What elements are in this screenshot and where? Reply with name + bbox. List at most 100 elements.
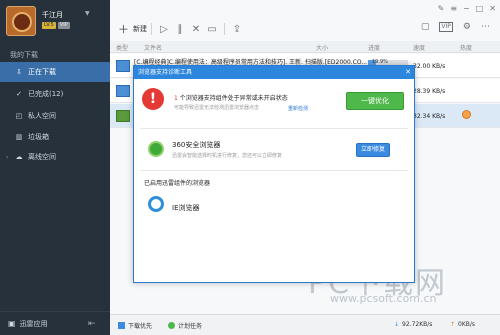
upload-speed: ↑ 0KB/s [450, 321, 475, 328]
settings-icon[interactable]: ⚙ [463, 22, 471, 32]
speed: 32.34 KB/s [413, 113, 446, 120]
private-space-icon: ◰ [15, 112, 23, 120]
warning-subtitle: 可能导致迅雷无法检测迅雷浏览器点击 [174, 105, 260, 111]
plan-task[interactable]: 计划任务 [168, 321, 202, 330]
chevron-down-icon[interactable]: ▼ [85, 10, 90, 17]
toolbar-divider [151, 23, 152, 35]
profile-panel: 千江月 ▼ LV.5 VIP [0, 0, 110, 42]
heat-face-icon [462, 110, 471, 119]
sidebar-bottom: ▣ 迅雷应用 ⇤ [0, 311, 110, 335]
browser-diagnosis-dialog: 浏览器支持诊断工具 ✕ ! 1 个浏览器支持组件处于异常或未开启状态 可能导致迅… [133, 65, 415, 283]
warning-count: 1 [174, 95, 178, 102]
new-task-label: 新建 [133, 25, 147, 33]
toolbar: ＋ 新建 ▷ ∥ ✕ ▭ ⇪ ▢ VIP ⚙ ⋯ [110, 18, 500, 40]
vip-icon[interactable]: VIP [439, 22, 453, 32]
vip-badge[interactable]: VIP [57, 22, 70, 29]
dialog-title-bar[interactable]: 浏览器支持诊断工具 ✕ [134, 66, 414, 79]
skin-icon[interactable]: ✎ [438, 4, 445, 13]
screen-icon[interactable]: ▢ [421, 22, 430, 32]
ie-browser-icon [148, 196, 164, 212]
more-icon[interactable]: ⋯ [481, 22, 490, 32]
plus-icon: ＋ [118, 23, 129, 36]
warning-title: 1 个浏览器支持组件处于异常或未开启状态 [174, 93, 288, 102]
menu-icon[interactable]: ≡ [450, 4, 457, 13]
download-speed: ↓ 92.72KB/s [394, 321, 432, 328]
speed: 28.39 KB/s [413, 88, 446, 95]
upload-speed-value: 0KB/s [458, 321, 476, 328]
file-icon [116, 60, 130, 72]
trash-icon: ▥ [15, 133, 23, 141]
sidebar-item-label: 私人空间 [28, 112, 56, 120]
avatar-image [12, 12, 32, 32]
level-badges: LV.5 VIP [42, 22, 70, 29]
play-icon[interactable]: ▷ [156, 24, 172, 35]
col-speed[interactable]: 速度 [413, 43, 425, 52]
delete-icon[interactable]: ✕ [188, 24, 204, 35]
sidebar-item-private[interactable]: ◰ 私人空间 [0, 106, 110, 126]
sidebar-item-label: 离线空间 [28, 153, 56, 161]
download-priority-icon [118, 322, 125, 329]
pause-icon[interactable]: ∥ [172, 24, 188, 35]
col-type[interactable]: 类型 [116, 43, 128, 52]
chevron-right-icon[interactable]: › [6, 154, 8, 161]
browser-360-icon [148, 141, 164, 157]
enabled-browsers-title: 已启用迅雷组件的浏览器 [144, 180, 211, 187]
plan-task-icon [168, 322, 175, 329]
apps-icon[interactable]: ▣ [8, 319, 16, 328]
sidebar: 千江月 ▼ LV.5 VIP 我的下载 ⇩ 正在下载 ✓ 已完成(12) ◰ 私… [0, 0, 110, 335]
recheck-link[interactable]: 重新检测 [288, 105, 308, 112]
toolbar-divider [224, 23, 225, 35]
download-priority[interactable]: 下载优先 [118, 321, 152, 330]
username[interactable]: 千江月 [42, 10, 63, 20]
dialog-title: 浏览器支持诊断工具 [138, 69, 193, 76]
avatar[interactable] [6, 6, 36, 36]
warning-text: 个浏览器支持组件处于异常或未开启状态 [179, 95, 288, 102]
divider [140, 128, 408, 129]
share-icon[interactable]: ⇪ [229, 24, 245, 35]
toolbar-right: ▢ VIP ⚙ ⋯ [421, 22, 490, 32]
sidebar-item-label: 垃圾箱 [28, 133, 49, 141]
nav-section-title: 我的下载 [10, 51, 38, 59]
file-icon [116, 85, 130, 97]
col-progress[interactable]: 进度 [368, 43, 380, 52]
window-controls: ✎ ≡ − □ ✕ [438, 4, 496, 13]
download-priority-label: 下载优先 [128, 323, 153, 330]
file-icon [116, 110, 130, 122]
statusbar: 下载优先 计划任务 ↓ 92.72KB/s ↑ 0KB/s [110, 314, 500, 335]
check-circle-icon: ✓ [16, 90, 22, 98]
level-badge: LV.5 [42, 22, 56, 29]
cloud-icon: ☁ [15, 153, 23, 161]
download-icon: ⇩ [16, 68, 22, 76]
sidebar-item-trash[interactable]: ▥ 垃圾箱 [0, 127, 110, 147]
ie-browser-name: IE浏览器 [172, 204, 200, 212]
col-filename[interactable]: 文件名 [144, 43, 162, 52]
sidebar-item-completed[interactable]: ✓ 已完成(12) [0, 84, 110, 104]
maximize-icon[interactable]: □ [476, 4, 484, 13]
sidebar-item-offline[interactable]: › ☁ 离线空间 [0, 147, 110, 167]
up-arrow-icon: ↑ [450, 321, 456, 328]
col-size[interactable]: 大小 [316, 43, 328, 52]
collapse-sidebar-icon[interactable]: ⇤ [88, 319, 96, 329]
plan-task-label: 计划任务 [178, 323, 203, 330]
repair-now-button[interactable]: 立即修复 [356, 143, 390, 157]
sidebar-item-downloading[interactable]: ⇩ 正在下载 [0, 62, 110, 82]
close-icon[interactable]: ✕ [405, 66, 411, 79]
watermark-url: www.pcsoft.com.cn [330, 292, 437, 305]
col-heat[interactable]: 热度 [460, 43, 472, 52]
new-task-button[interactable]: ＋ 新建 [118, 21, 147, 37]
divider [140, 170, 408, 171]
sidebar-item-label: 正在下载 [28, 68, 56, 76]
browser-360-name: 360安全浏览器 [172, 141, 221, 149]
folder-icon[interactable]: ▭ [204, 24, 220, 35]
browser-360-desc: 迅雷会智能选择时机进行修复，您还可以立即修复 [172, 153, 283, 159]
download-speed-value: 92.72KB/s [402, 321, 433, 328]
column-header: 类型 文件名 大小 进度 速度 热度 [110, 41, 500, 53]
minimize-icon[interactable]: − [463, 4, 470, 13]
sidebar-item-label: 已完成(12) [28, 90, 64, 98]
one-click-optimize-button[interactable]: 一键优化 [346, 92, 404, 110]
apps-label[interactable]: 迅雷应用 [20, 319, 48, 329]
down-arrow-icon: ↓ [394, 321, 400, 328]
close-icon[interactable]: ✕ [489, 4, 496, 13]
warning-icon: ! [142, 88, 164, 110]
speed: 32.00 KB/s [413, 63, 446, 70]
